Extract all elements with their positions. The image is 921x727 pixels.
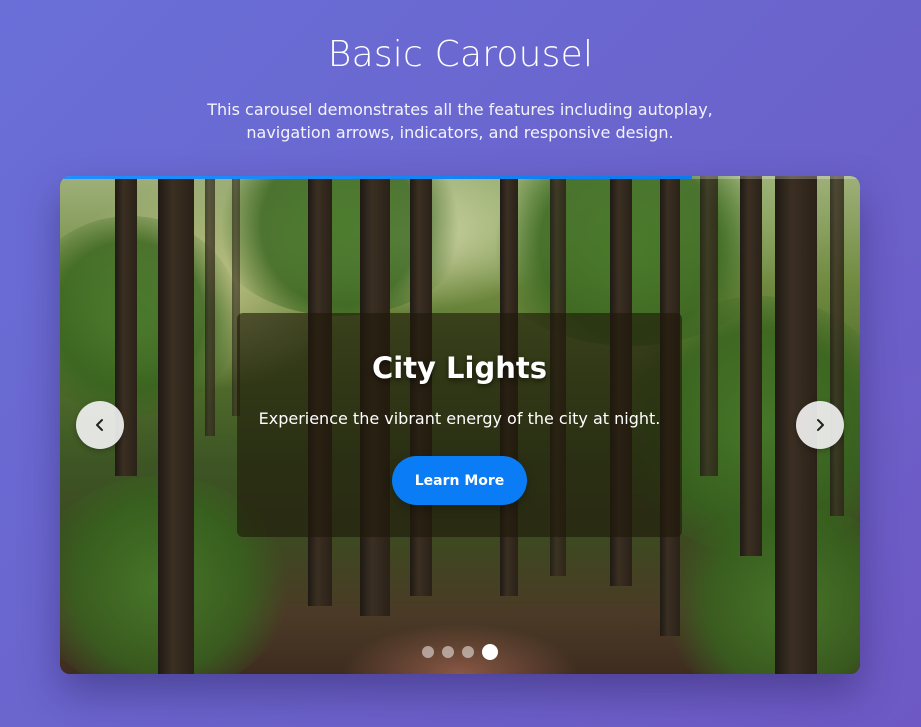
carousel: City Lights Experience the vibrant energ… [60, 176, 860, 674]
autoplay-progress-fill [60, 176, 692, 179]
page-description: This carousel demonstrates all the featu… [207, 100, 713, 142]
indicator-dot-3[interactable] [462, 646, 474, 658]
indicator-dot-2[interactable] [442, 646, 454, 658]
carousel-indicators [60, 644, 860, 660]
indicator-dot-1[interactable] [422, 646, 434, 658]
learn-more-button[interactable]: Learn More [392, 456, 527, 505]
indicator-dot-4[interactable] [482, 644, 498, 660]
slide-text: Experience the vibrant energy of the cit… [258, 409, 661, 428]
slide-caption: City Lights Experience the vibrant energ… [237, 313, 682, 537]
page-title: Basic Carousel [327, 34, 594, 75]
autoplay-progress-bar [60, 176, 860, 179]
chevron-left-icon [96, 419, 103, 431]
prev-arrow-button[interactable] [76, 401, 124, 449]
next-arrow-button[interactable] [796, 401, 844, 449]
slide-title: City Lights [371, 351, 548, 385]
chevron-right-icon [817, 419, 824, 431]
